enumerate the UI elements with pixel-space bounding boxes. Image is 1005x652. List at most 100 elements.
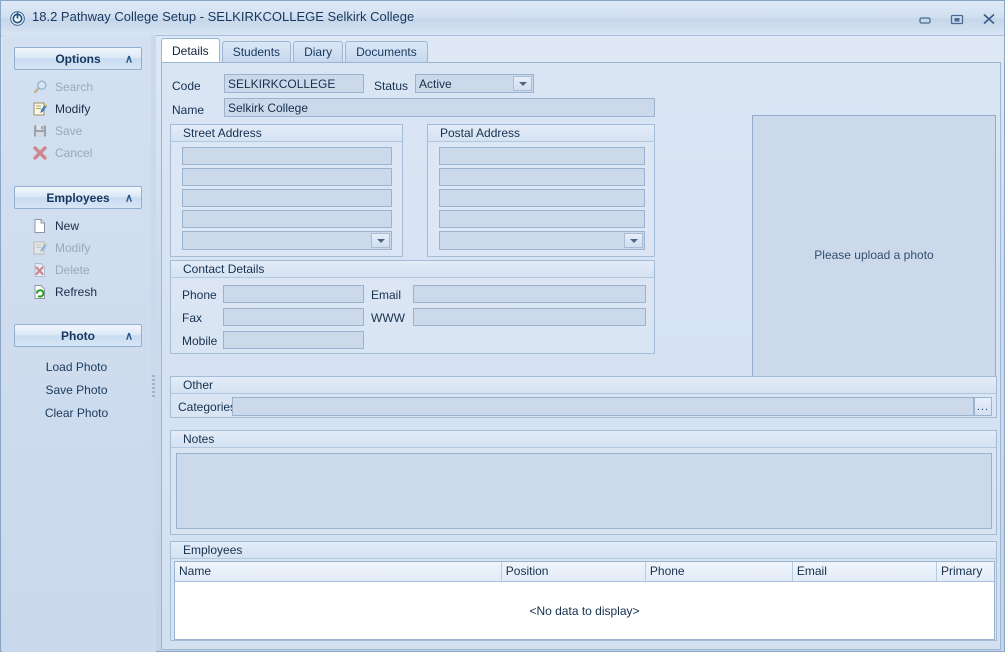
panel-title-photo: Photo — [61, 329, 95, 343]
column-header-name[interactable]: Name — [175, 562, 502, 581]
tab-documents[interactable]: Documents — [345, 41, 428, 62]
street-address-line-3[interactable] — [182, 189, 392, 207]
categories-ellipsis-button[interactable]: ... — [974, 397, 992, 416]
street-address-line-2[interactable] — [182, 168, 392, 186]
sidebar-panel-header-employees[interactable]: Employees ∧ — [14, 186, 142, 209]
column-header-email[interactable]: Email — [793, 562, 937, 581]
sidebar-item-label: Modify — [55, 241, 90, 255]
chevron-down-icon[interactable] — [624, 233, 643, 248]
street-address-title: Street Address — [171, 125, 402, 142]
sidebar-item-label: Refresh — [55, 285, 97, 299]
sidebar-item-label: Cancel — [55, 146, 92, 160]
tab-label: Documents — [356, 45, 417, 59]
street-address-line-4[interactable] — [182, 210, 392, 228]
chevron-down-icon[interactable] — [513, 76, 532, 91]
www-input[interactable] — [413, 308, 646, 326]
close-icon[interactable] — [980, 11, 998, 27]
sidebar-item-load-photo[interactable]: Load Photo — [2, 355, 151, 378]
employees-title: Employees — [171, 542, 996, 559]
sidebar-item-label: New — [55, 219, 79, 233]
code-input[interactable]: SELKIRKCOLLEGE — [224, 74, 364, 93]
phone-label: Phone — [182, 288, 217, 302]
restore-icon[interactable] — [948, 11, 966, 27]
photo-placeholder-text: Please upload a photo — [814, 248, 933, 262]
sidebar-item-refresh[interactable]: Refresh — [2, 281, 151, 303]
sidebar-item-clear-photo[interactable]: Clear Photo — [2, 401, 151, 424]
window-controls — [916, 11, 998, 27]
notes-title: Notes — [171, 431, 996, 448]
status-value: Active — [419, 77, 452, 91]
sidebar-item-save[interactable]: Save — [2, 120, 151, 142]
window-title: 18.2 Pathway College Setup - SELKIRKCOLL… — [32, 9, 414, 24]
chevron-down-icon[interactable] — [371, 233, 390, 248]
notes-textarea[interactable] — [176, 453, 992, 529]
phone-input[interactable] — [223, 285, 364, 303]
tab-students[interactable]: Students — [222, 41, 291, 62]
minimize-icon[interactable] — [916, 11, 934, 27]
new-page-icon — [32, 218, 48, 234]
photo-preview[interactable]: Please upload a photo — [752, 115, 996, 394]
employees-grid-header: Name Position Phone Email Primary — [175, 562, 994, 582]
panel-title-employees: Employees — [46, 191, 109, 205]
postal-address-line-1[interactable] — [439, 147, 645, 165]
sidebar-item-new[interactable]: New — [2, 215, 151, 237]
chevron-up-icon: ∧ — [125, 329, 133, 342]
categories-input[interactable] — [232, 397, 974, 416]
employees-group: Employees Name Position Phone Email Prim… — [170, 541, 997, 641]
employees-grid[interactable]: Name Position Phone Email Primary <No da… — [174, 561, 995, 640]
categories-label: Categories — [178, 400, 236, 414]
status-dropdown[interactable]: Active — [415, 74, 534, 93]
application-window: 18.2 Pathway College Setup - SELKIRKCOLL… — [0, 0, 1005, 652]
sidebar-item-search[interactable]: Search — [2, 76, 151, 98]
edit-pencil-icon — [32, 240, 48, 256]
postal-address-line-2[interactable] — [439, 168, 645, 186]
sidebar-panel-body-employees: New Modify — [2, 209, 151, 307]
sidebar-item-label: Save Photo — [45, 383, 107, 397]
postal-address-group: Postal Address — [427, 124, 655, 257]
chevron-up-icon: ∧ — [125, 191, 133, 204]
left-sidebar: Options ∧ Search — [2, 35, 152, 652]
email-label: Email — [371, 288, 401, 302]
fax-input[interactable] — [223, 308, 364, 326]
fax-label: Fax — [182, 311, 202, 325]
sidebar-panel-header-photo[interactable]: Photo ∧ — [14, 324, 142, 347]
postal-address-line-4[interactable] — [439, 210, 645, 228]
column-header-position[interactable]: Position — [502, 562, 646, 581]
name-label: Name — [172, 103, 204, 117]
postal-address-country-dropdown[interactable] — [439, 231, 645, 250]
splitter-grip — [152, 375, 155, 397]
postal-address-line-3[interactable] — [439, 189, 645, 207]
title-bar: 18.2 Pathway College Setup - SELKIRKCOLL… — [1, 1, 1004, 36]
sidebar-item-label: Load Photo — [46, 360, 107, 374]
notes-group: Notes — [170, 430, 997, 535]
column-header-primary[interactable]: Primary — [937, 562, 994, 581]
sidebar-item-employee-modify[interactable]: Modify — [2, 237, 151, 259]
panel-title-options: Options — [55, 52, 100, 66]
sidebar-item-save-photo[interactable]: Save Photo — [2, 378, 151, 401]
tab-label: Details — [172, 44, 209, 58]
content-area: Details Students Diary Documents Code SE… — [156, 35, 1003, 650]
street-address-line-1[interactable] — [182, 147, 392, 165]
mobile-input[interactable] — [223, 331, 364, 349]
name-input[interactable]: Selkirk College — [224, 98, 655, 117]
other-group: Other Categories ... — [170, 376, 997, 418]
sidebar-item-modify[interactable]: Modify — [2, 98, 151, 120]
www-label: WWW — [371, 311, 405, 325]
edit-pencil-icon — [32, 101, 48, 117]
sidebar-item-cancel[interactable]: Cancel — [2, 142, 151, 164]
sidebar-item-label: Delete — [55, 263, 90, 277]
refresh-icon — [32, 284, 48, 300]
email-input[interactable] — [413, 285, 646, 303]
sidebar-item-delete[interactable]: Delete — [2, 259, 151, 281]
column-header-phone[interactable]: Phone — [646, 562, 793, 581]
code-label: Code — [172, 79, 201, 93]
app-logo-icon — [10, 11, 25, 26]
tab-panel-details: Code SELKIRKCOLLEGE Status Active Name S… — [161, 62, 1001, 650]
sidebar-panel-body-options: Search Modify — [2, 70, 151, 168]
tab-diary[interactable]: Diary — [293, 41, 343, 62]
tab-details[interactable]: Details — [161, 38, 220, 62]
street-address-country-dropdown[interactable] — [182, 231, 392, 250]
sidebar-panel-header-options[interactable]: Options ∧ — [14, 47, 142, 70]
sidebar-item-label: Modify — [55, 102, 90, 116]
contact-details-title: Contact Details — [171, 261, 654, 278]
